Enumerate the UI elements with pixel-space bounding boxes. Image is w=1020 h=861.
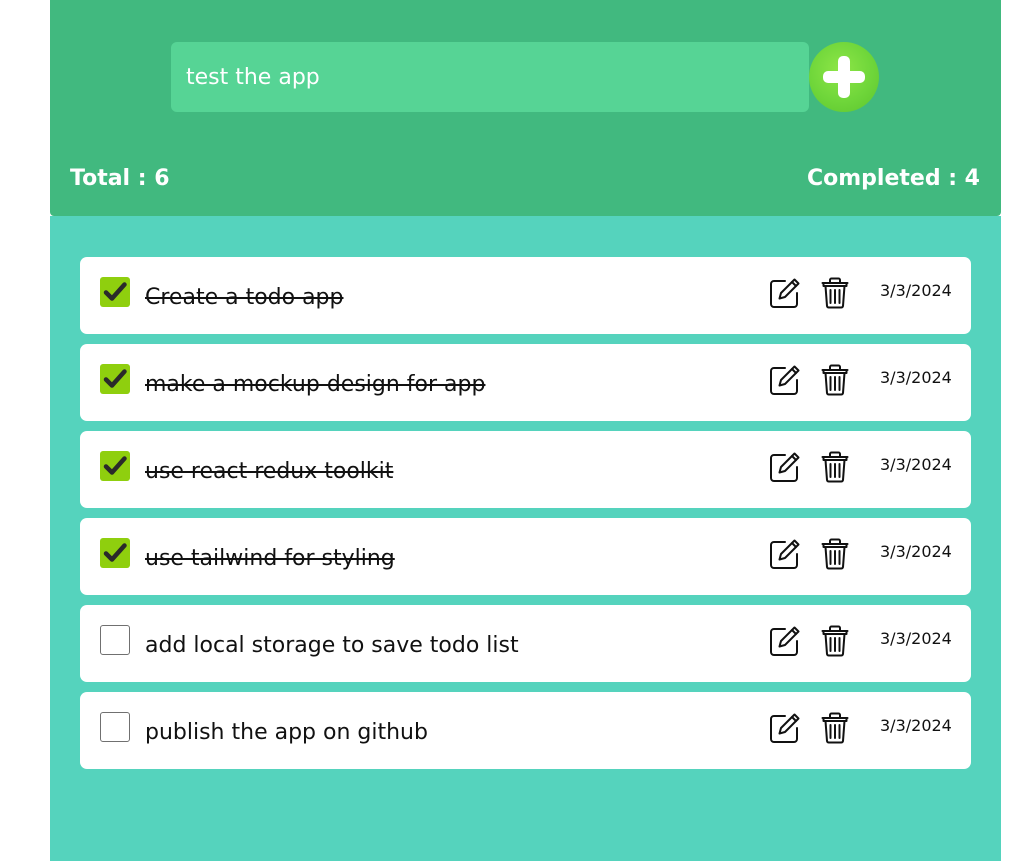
edit-button[interactable]: [768, 711, 802, 745]
todo-list: Create a todo app 3/3/2024 make a mockup…: [80, 257, 971, 779]
todo-item: use react redux toolkit 3/3/2024: [80, 431, 971, 508]
pencil-square-icon: [770, 713, 800, 743]
pencil-square-icon: [770, 278, 800, 308]
todo-text: publish the app on github: [145, 720, 428, 745]
delete-button[interactable]: [818, 276, 852, 310]
todo-text: Create a todo app: [145, 285, 344, 310]
todo-item: publish the app on github 3/3/2024: [80, 692, 971, 769]
todo-text: use tailwind for styling: [145, 546, 395, 571]
edit-button[interactable]: [768, 363, 802, 397]
delete-button[interactable]: [818, 711, 852, 745]
trash-icon: [821, 712, 849, 744]
trash-icon: [821, 277, 849, 309]
todo-item: add local storage to save todo list 3/3/…: [80, 605, 971, 682]
edit-button[interactable]: [768, 624, 802, 658]
todo-item: use tailwind for styling 3/3/2024: [80, 518, 971, 595]
todo-item: Create a todo app 3/3/2024: [80, 257, 971, 334]
pencil-square-icon: [770, 539, 800, 569]
todo-checkbox[interactable]: [100, 451, 130, 481]
todo-date: 3/3/2024: [880, 716, 952, 735]
edit-button[interactable]: [768, 450, 802, 484]
plus-circle-icon: [823, 56, 865, 98]
todo-text: make a mockup design for app: [145, 372, 486, 397]
delete-button[interactable]: [818, 450, 852, 484]
todo-date: 3/3/2024: [880, 368, 952, 387]
pencil-square-icon: [770, 365, 800, 395]
todo-date: 3/3/2024: [880, 281, 952, 300]
completed-count: Completed : 4: [806, 166, 980, 191]
todo-date: 3/3/2024: [880, 455, 952, 474]
todo-text: use react redux toolkit: [145, 459, 394, 484]
checkmark-icon: [103, 543, 127, 562]
checkmark-icon: [103, 282, 127, 301]
edit-button[interactable]: [768, 537, 802, 571]
trash-icon: [821, 451, 849, 483]
todo-date: 3/3/2024: [880, 629, 952, 648]
trash-icon: [821, 625, 849, 657]
todo-checkbox[interactable]: [100, 277, 130, 307]
todo-item: make a mockup design for app 3/3/2024: [80, 344, 971, 421]
trash-icon: [821, 364, 849, 396]
todo-input[interactable]: [171, 42, 809, 112]
delete-button[interactable]: [818, 624, 852, 658]
todo-text: add local storage to save todo list: [145, 633, 519, 658]
todo-checkbox[interactable]: [100, 364, 130, 394]
todo-date: 3/3/2024: [880, 542, 952, 561]
delete-button[interactable]: [818, 537, 852, 571]
checkmark-icon: [103, 369, 127, 388]
todo-checkbox[interactable]: [100, 538, 130, 568]
delete-button[interactable]: [818, 363, 852, 397]
pencil-square-icon: [770, 626, 800, 656]
trash-icon: [821, 538, 849, 570]
todo-checkbox[interactable]: [100, 625, 130, 655]
add-todo-button[interactable]: [809, 42, 879, 112]
edit-button[interactable]: [768, 276, 802, 310]
todo-app: Total : 6 Completed : 4 Create a todo ap…: [50, 0, 1001, 861]
pencil-square-icon: [770, 452, 800, 482]
todo-checkbox[interactable]: [100, 712, 130, 742]
checkmark-icon: [103, 456, 127, 475]
todo-list-panel: Create a todo app 3/3/2024 make a mockup…: [50, 216, 1001, 861]
header: Total : 6 Completed : 4: [50, 0, 1001, 216]
total-count: Total : 6: [70, 166, 170, 191]
